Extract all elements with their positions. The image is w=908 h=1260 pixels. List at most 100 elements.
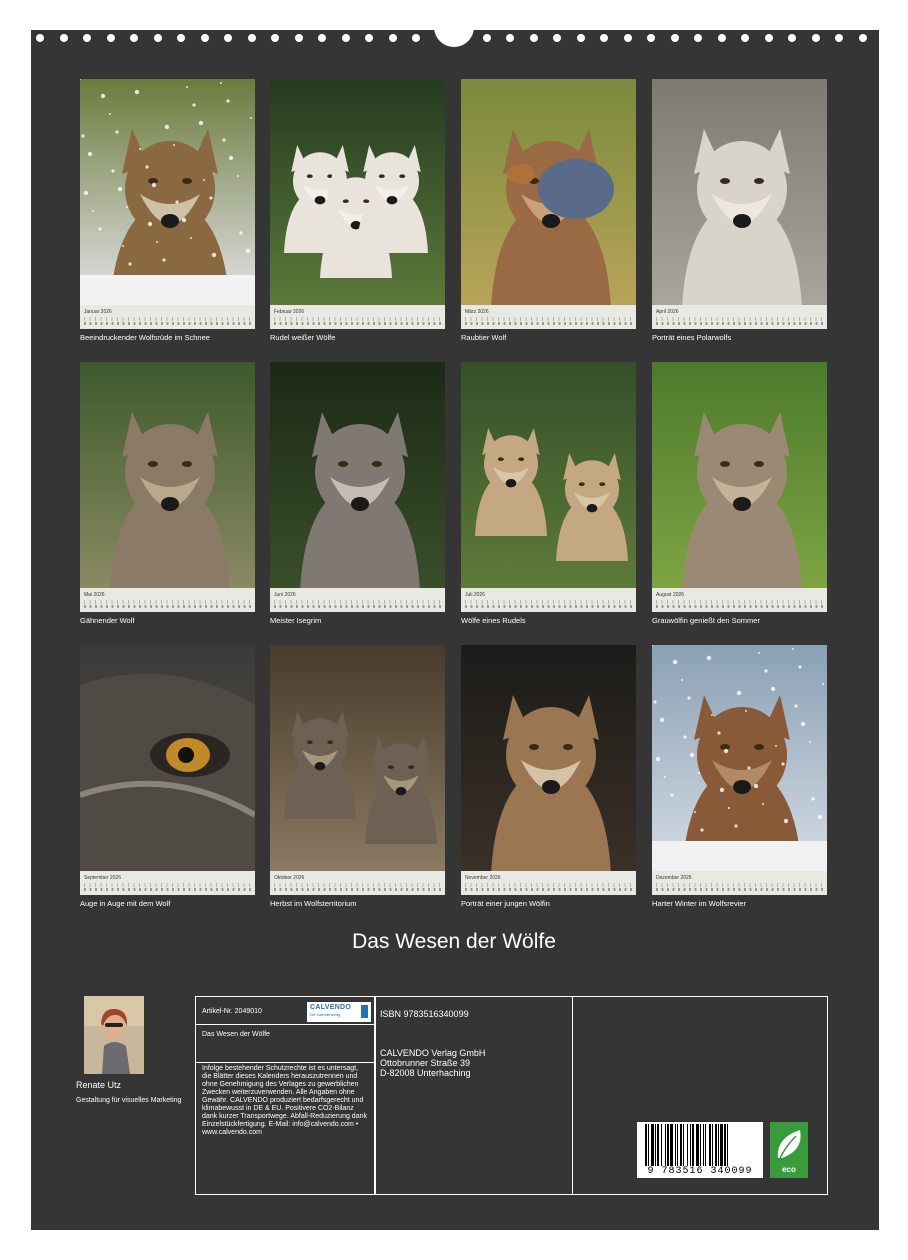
month-name: Februar 2026 <box>274 309 305 315</box>
imprint-title-row <box>195 1024 376 1063</box>
wolf-photo <box>652 362 827 588</box>
photo-caption: Grauwölfin genießt den Sommer <box>652 616 760 625</box>
day-number-row <box>84 888 252 891</box>
binding-hole <box>694 34 702 42</box>
month-sheet: April 2026 Porträt eines Polarwolfs <box>652 79 827 342</box>
calvendo-logo-mark <box>361 1005 368 1018</box>
binding-hole <box>647 34 655 42</box>
binding-hole <box>529 34 538 42</box>
binding-hole <box>482 34 491 42</box>
author-photo <box>84 996 144 1074</box>
calvendo-logo: CALVENDO Der Kalenderverlag <box>307 1002 371 1022</box>
month-name: Juni 2026 <box>274 592 296 598</box>
photo-caption: Porträt einer jungen Wölfin <box>461 899 550 908</box>
month-sheet: Januar 2026 Beeindruckender Wolfsrüde im … <box>80 79 255 342</box>
month-calendar-strip: Dezember 2026 <box>652 871 827 895</box>
binding-hole <box>600 34 608 42</box>
day-number-row <box>84 322 252 325</box>
day-number-row <box>465 888 633 891</box>
month-calendar-strip: September 2026 <box>80 871 255 895</box>
month-calendar-strip: Juni 2026 <box>270 588 445 612</box>
product-title: Das Wesen der Wölfe <box>202 1031 270 1038</box>
binding-hole <box>271 34 279 42</box>
photo-caption: Harter Winter im Wolfsrevier <box>652 899 747 908</box>
photo-caption: Gähnender Wolf <box>80 616 135 625</box>
month-sheet: Juli 2026 Wölfe eines Rudels <box>461 362 636 625</box>
photo-caption: Raubtier Wolf <box>461 333 507 342</box>
wolf-photo <box>461 362 636 588</box>
month-name: August 2026 <box>656 592 685 598</box>
binding-hole <box>506 34 514 42</box>
month-calendar-strip: Juli 2026 <box>461 588 636 612</box>
binding-hole <box>294 34 303 42</box>
article-number: Artikel-Nr. 2049010 <box>202 1008 262 1015</box>
month-calendar-strip: April 2026 <box>652 305 827 329</box>
month-name: Januar 2026 <box>84 309 112 315</box>
binding-hole <box>788 34 796 42</box>
binding-hole <box>388 34 397 42</box>
binding-hole <box>224 34 232 42</box>
day-number-row <box>656 322 824 325</box>
day-number-row <box>656 605 824 608</box>
month-calendar-strip: Mai 2026 <box>80 588 255 612</box>
wolf-photo <box>80 362 255 588</box>
day-number-row <box>274 322 442 325</box>
binding-hole <box>858 34 867 42</box>
photo-caption: Meister Isegrim <box>270 616 322 625</box>
weekday-row <box>465 883 633 887</box>
wolf-photo <box>652 79 827 305</box>
wolf-photo <box>652 645 827 871</box>
binding-hole <box>318 34 326 42</box>
eco-badge: eco <box>770 1122 808 1178</box>
binding-hole <box>36 34 44 42</box>
photo-caption: Herbst im Wolfsterritorium <box>270 899 357 908</box>
day-number-row <box>465 605 633 608</box>
weekday-row <box>656 317 824 321</box>
wolf-photo <box>80 645 255 871</box>
weekday-row <box>84 600 252 604</box>
weekday-row <box>274 317 442 321</box>
binding-hole <box>247 34 256 42</box>
binding-hole <box>764 34 773 42</box>
binding-hole <box>717 34 726 42</box>
binding-hole <box>83 34 91 42</box>
weekday-row <box>274 883 442 887</box>
month-sheet: August 2026 Grauwölfin genießt den Sommer <box>652 362 827 625</box>
binding-hole <box>741 34 749 42</box>
author-role: Gestaltung für visuelles Marketing <box>76 1097 182 1104</box>
binding-hole <box>576 34 585 42</box>
binding-hole <box>59 34 68 42</box>
month-name: April 2026 <box>656 309 679 315</box>
day-number-row <box>84 605 252 608</box>
month-calendar-strip: Oktober 2026 <box>270 871 445 895</box>
binding-hole <box>341 34 350 42</box>
weekday-row <box>84 883 252 887</box>
month-sheet: März 2026 Raubtier Wolf <box>461 79 636 342</box>
month-name: Mai 2026 <box>84 592 105 598</box>
binding-hole <box>623 34 632 42</box>
month-calendar-strip: Februar 2026 <box>270 305 445 329</box>
wolf-photo <box>270 362 445 588</box>
photo-caption: Wölfe eines Rudels <box>461 616 526 625</box>
weekday-row <box>84 317 252 321</box>
month-calendar-strip: März 2026 <box>461 305 636 329</box>
wolf-photo <box>461 79 636 305</box>
day-number-row <box>274 605 442 608</box>
binding-hole <box>670 34 679 42</box>
month-name: November 2026 <box>465 875 501 881</box>
month-sheet: Dezember 2026 Harter Winter im Wolfsrevie… <box>652 645 827 908</box>
binding-hole <box>106 34 115 42</box>
binding-hole <box>835 34 843 42</box>
month-name: März 2026 <box>465 309 489 315</box>
publisher-street: Ottobrunner Straße 39 <box>380 1058 471 1068</box>
weekday-row <box>465 600 633 604</box>
legal-text: Infolge bestehender Schutzrechte ist es … <box>202 1065 367 1136</box>
binding-hole <box>153 34 162 42</box>
month-calendar-strip: August 2026 <box>652 588 827 612</box>
month-sheet: September 2026 Auge in Auge mit dem Wolf <box>80 645 255 908</box>
publisher-name: CALVENDO Verlag GmbH <box>380 1048 486 1058</box>
month-name: Dezember 2026 <box>656 875 692 881</box>
isbn: ISBN 9783516340099 <box>380 1009 469 1019</box>
wolf-photo <box>270 79 445 305</box>
month-sheet: November 2026 Porträt einer jungen Wölfin <box>461 645 636 908</box>
